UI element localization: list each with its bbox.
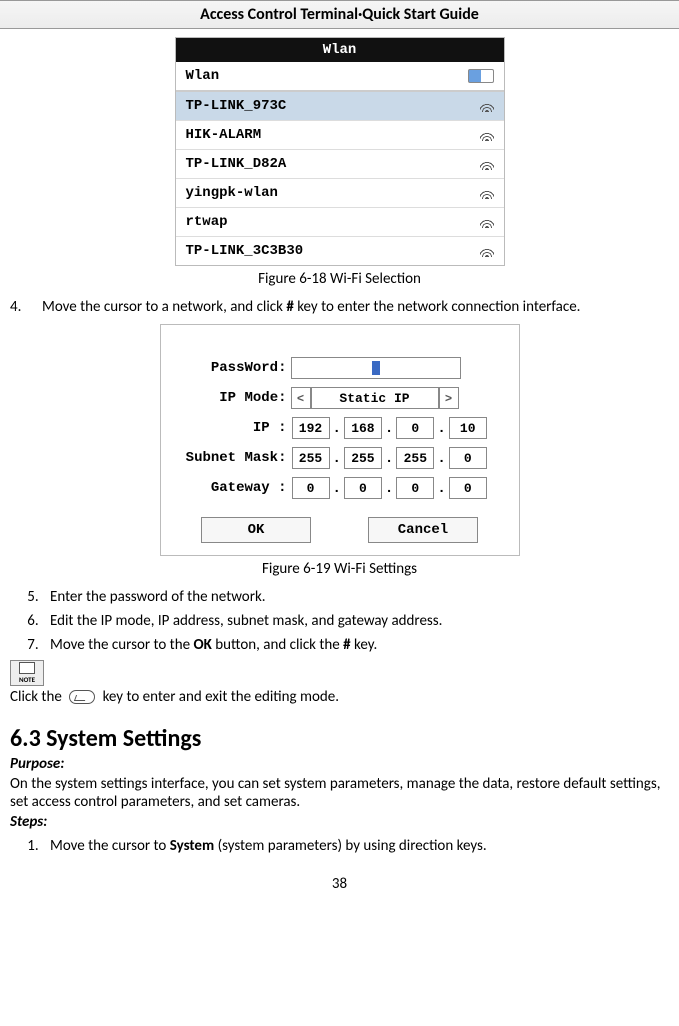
key-ref: # (343, 636, 350, 654)
section-heading: 6.3 System Settings (10, 724, 669, 753)
wifi-network-row[interactable]: TP-LINK_D82A (176, 150, 504, 179)
password-input[interactable] (291, 357, 461, 379)
wifi-signal-icon (480, 187, 494, 199)
subnet-octet-input[interactable]: 255 (396, 447, 434, 469)
wifi-selection-screenshot: Wlan Wlan TP-LINK_973C HIK-ALARM TP-LINK… (175, 37, 505, 266)
note-text-part: key to enter and exit the editing mode. (99, 688, 339, 706)
subnet-octet-input[interactable]: 255 (344, 447, 382, 469)
ipmode-label: IP Mode: (173, 390, 291, 406)
step-item: Move the cursor to the OK button, and cl… (42, 636, 669, 654)
password-label: PassWord: (173, 360, 291, 376)
wifi-ssid: TP-LINK_3C3B30 (186, 243, 304, 259)
step-text: Move the cursor to a network, and click (42, 298, 286, 316)
figure-title: Wi-Fi Settings (334, 560, 417, 578)
figure-title: Wi-Fi Selection (330, 270, 421, 288)
wifi-ssid: yingpk-wlan (186, 185, 278, 201)
step-text: Move the cursor to the (50, 636, 193, 654)
ok-ref: OK (193, 636, 211, 654)
step-text: (system parameters) by using direction k… (214, 837, 486, 855)
note-text-part: Click the (10, 688, 65, 706)
steps-list: Enter the password of the network. Edit … (10, 588, 669, 654)
wifi-settings-screenshot: PassWord: IP Mode: < Static IP > IP : 19… (160, 324, 520, 556)
wifi-signal-icon (480, 158, 494, 170)
note-icon: NOTE (10, 660, 44, 686)
wifi-network-row[interactable]: yingpk-wlan (176, 179, 504, 208)
wifi-network-row[interactable]: TP-LINK_3C3B30 (176, 237, 504, 265)
figure-caption: Figure 6-19 Wi-Fi Settings (10, 560, 669, 578)
wifi-panel-title: Wlan (176, 38, 504, 62)
gateway-label: Gateway : (173, 480, 291, 496)
wifi-network-row[interactable]: HIK-ALARM (176, 121, 504, 150)
step-text: button, and click the (212, 636, 343, 654)
steps-list: Move the cursor to System (system parame… (10, 837, 669, 855)
figure-caption: Figure 6-18 Wi-Fi Selection (10, 270, 669, 288)
step-text: key. (351, 636, 378, 654)
ip-octet-input[interactable]: 168 (344, 417, 382, 439)
ipmode-next-button[interactable]: > (439, 387, 459, 409)
wifi-network-row[interactable]: rtwap (176, 208, 504, 237)
step-item: 4. Move the cursor to a network, and cli… (10, 298, 669, 316)
steps-label: Steps: (10, 813, 669, 831)
subnet-label: Subnet Mask: (173, 450, 291, 466)
wifi-signal-icon (480, 129, 494, 141)
edit-key-icon (69, 690, 95, 704)
wifi-signal-icon (480, 100, 494, 112)
step-item: Move the cursor to System (system parame… (42, 837, 669, 855)
system-ref: System (170, 837, 214, 855)
step-text: Move the cursor to (50, 837, 170, 855)
ipmode-value: Static IP (311, 387, 439, 409)
ip-label: IP : (173, 420, 291, 436)
subnet-octet-input[interactable]: 255 (292, 447, 330, 469)
wifi-toggle-label: Wlan (186, 68, 220, 84)
gateway-octet-input[interactable]: 0 (344, 477, 382, 499)
wifi-signal-icon (480, 245, 494, 257)
wifi-ssid: TP-LINK_973C (186, 98, 287, 114)
wifi-ssid: HIK-ALARM (186, 127, 262, 143)
wifi-network-row[interactable]: TP-LINK_973C (176, 92, 504, 121)
page-number: 38 (10, 875, 669, 893)
figure-number: Figure 6-19 (262, 560, 331, 578)
wifi-ssid: rtwap (186, 214, 228, 230)
purpose-text: On the system settings interface, you ca… (10, 775, 669, 811)
subnet-octet-input[interactable]: 0 (449, 447, 487, 469)
note-label: NOTE (19, 675, 35, 684)
text-cursor (372, 361, 380, 375)
gateway-octet-input[interactable]: 0 (292, 477, 330, 499)
ipmode-prev-button[interactable]: < (291, 387, 311, 409)
wifi-toggle-switch[interactable] (468, 69, 494, 83)
ok-button[interactable]: OK (201, 517, 311, 543)
step-number: 4. (10, 298, 42, 316)
gateway-octet-input[interactable]: 0 (396, 477, 434, 499)
key-ref: # (286, 298, 293, 316)
step-text: key to enter the network connection inte… (294, 298, 581, 316)
ip-octet-input[interactable]: 0 (396, 417, 434, 439)
purpose-label: Purpose: (10, 755, 669, 773)
ip-octet-input[interactable]: 192 (292, 417, 330, 439)
cancel-button[interactable]: Cancel (368, 517, 478, 543)
wifi-signal-icon (480, 216, 494, 228)
step-item: Enter the password of the network. (42, 588, 669, 606)
note-text: Click the key to enter and exit the edit… (10, 688, 669, 706)
figure-number: Figure 6-18 (258, 270, 327, 288)
page-header: Access Control Terminal·Quick Start Guid… (0, 0, 679, 29)
gateway-octet-input[interactable]: 0 (449, 477, 487, 499)
ip-octet-input[interactable]: 10 (449, 417, 487, 439)
step-item: Edit the IP mode, IP address, subnet mas… (42, 612, 669, 630)
wifi-ssid: TP-LINK_D82A (186, 156, 287, 172)
wifi-toggle-row: Wlan (176, 62, 504, 92)
